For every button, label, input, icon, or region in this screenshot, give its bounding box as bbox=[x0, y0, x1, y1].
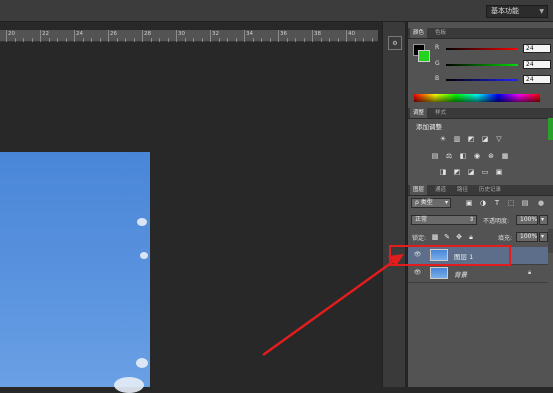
arrow-line bbox=[262, 256, 399, 357]
arrow-annotation bbox=[262, 254, 404, 357]
